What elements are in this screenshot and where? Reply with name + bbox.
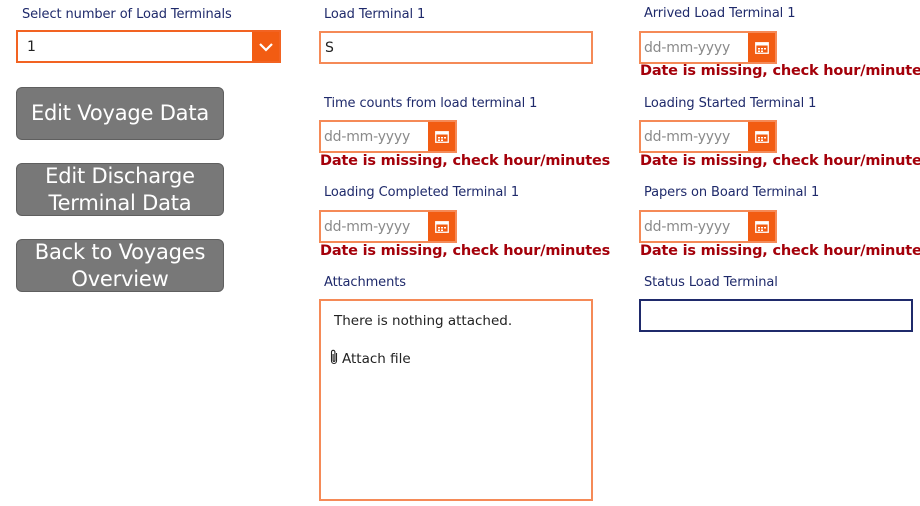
papers-on-board-label: Papers on Board Terminal 1 xyxy=(644,185,820,200)
terminal-count-value: 1 xyxy=(27,39,36,55)
time-counts-error: Date is missing, check hour/minutes xyxy=(320,153,611,169)
load-terminal-value: S xyxy=(325,40,334,56)
loading-completed-datepicker[interactable]: dd-mm-yyyy xyxy=(319,210,457,243)
papers-on-board-error: Date is missing, check hour/minutes xyxy=(640,243,920,259)
calendar-icon[interactable] xyxy=(748,212,775,241)
arrived-placeholder: dd-mm-yyyy xyxy=(644,40,731,56)
edit-discharge-terminal-data-button[interactable]: Edit Discharge Terminal Data xyxy=(16,163,224,216)
time-counts-placeholder: dd-mm-yyyy xyxy=(324,129,411,145)
arrived-label: Arrived Load Terminal 1 xyxy=(644,6,796,21)
terminal-count-dropdown[interactable]: 1 xyxy=(16,30,281,63)
loading-started-error: Date is missing, check hour/minutes xyxy=(640,153,920,169)
attach-file-label: Attach file xyxy=(342,351,411,367)
edit-voyage-data-button[interactable]: Edit Voyage Data xyxy=(16,87,224,140)
calendar-icon[interactable] xyxy=(748,33,775,62)
loading-started-datepicker[interactable]: dd-mm-yyyy xyxy=(639,120,777,153)
loading-completed-label: Loading Completed Terminal 1 xyxy=(324,185,519,200)
load-terminal-label: Load Terminal 1 xyxy=(324,7,426,22)
status-load-terminal-input[interactable] xyxy=(639,299,913,332)
calendar-icon[interactable] xyxy=(428,212,455,241)
attachments-empty-text: There is nothing attached. xyxy=(334,313,513,329)
attachments-box[interactable]: There is nothing attached. Attach file xyxy=(319,299,593,501)
loading-completed-error: Date is missing, check hour/minutes xyxy=(320,243,611,259)
papers-on-board-placeholder: dd-mm-yyyy xyxy=(644,219,731,235)
calendar-icon[interactable] xyxy=(748,122,775,151)
load-terminal-input[interactable]: S xyxy=(319,31,593,64)
loading-completed-placeholder: dd-mm-yyyy xyxy=(324,219,411,235)
attach-file-link[interactable]: Attach file xyxy=(329,349,411,369)
terminal-count-label: Select number of Load Terminals xyxy=(22,7,232,22)
time-counts-label: Time counts from load terminal 1 xyxy=(324,96,538,111)
time-counts-datepicker[interactable]: dd-mm-yyyy xyxy=(319,120,457,153)
chevron-down-icon[interactable] xyxy=(252,32,279,61)
back-to-voyages-overview-button[interactable]: Back to Voyages Overview xyxy=(16,239,224,292)
arrived-error: Date is missing, check hour/minutes xyxy=(640,63,920,79)
loading-started-label: Loading Started Terminal 1 xyxy=(644,96,817,111)
arrived-datepicker[interactable]: dd-mm-yyyy xyxy=(639,31,777,64)
loading-started-placeholder: dd-mm-yyyy xyxy=(644,129,731,145)
papers-on-board-datepicker[interactable]: dd-mm-yyyy xyxy=(639,210,777,243)
status-load-terminal-label: Status Load Terminal xyxy=(644,275,778,290)
calendar-icon[interactable] xyxy=(428,122,455,151)
attachments-label: Attachments xyxy=(324,275,406,290)
paperclip-icon xyxy=(329,349,339,369)
